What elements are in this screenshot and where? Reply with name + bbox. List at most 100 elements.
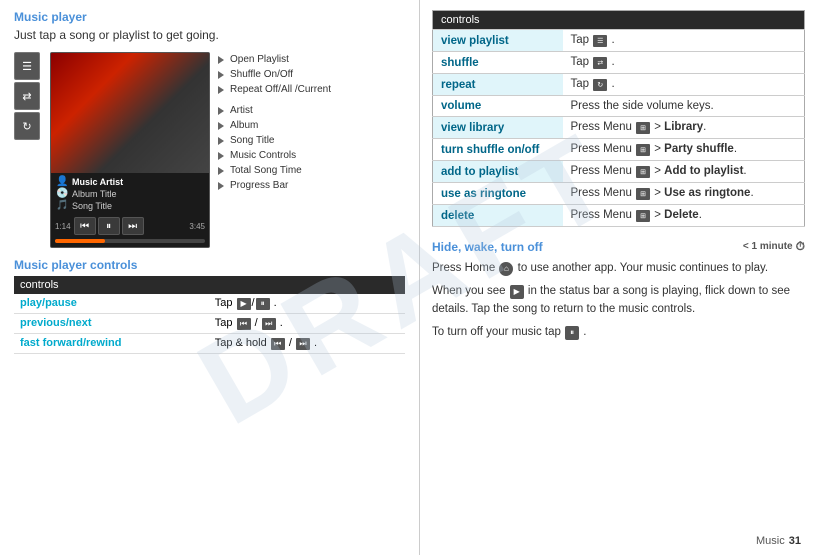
repeat-icon: ↻ <box>593 79 607 91</box>
controls-table-left: controls play/pause Tap ▶/⏸ . previous/n… <box>14 276 405 354</box>
action-cell: view playlist <box>433 30 563 52</box>
artist-row: 👤 Music Artist <box>56 176 204 187</box>
left-section-title: Music player <box>14 10 405 24</box>
arrow-icon <box>218 107 224 115</box>
rewind-icon: ⏮ <box>271 338 285 350</box>
instruction-cell: Tap & hold ⏮ / ⏭ . <box>209 334 405 354</box>
home-icon: ⌂ <box>499 262 513 276</box>
instruction-cell: Tap ▶/⏸ . <box>209 294 405 314</box>
action-cell: delete <box>433 205 563 227</box>
player-labels: Open Playlist Shuffle On/Off Repeat Off/… <box>218 52 331 248</box>
hide-wake-para3: To turn off your music tap ⏸ . <box>432 324 805 341</box>
action-cell: shuffle <box>433 52 563 74</box>
artist-text: Music Artist <box>72 177 123 187</box>
left-column: Music player Just tap a song or playlist… <box>0 0 420 555</box>
arrow-icon <box>218 86 224 94</box>
album-label: Album <box>218 120 331 131</box>
next-btn[interactable]: ⏭ <box>122 217 144 235</box>
instruction-cell: Press Menu ⊞ > Delete. <box>563 205 805 227</box>
table-row: shuffle Tap ⇄ . <box>433 52 805 74</box>
pause-icon: ⏸ <box>256 298 270 310</box>
ff-icon: ⏭ <box>296 338 310 350</box>
playlist-buttons: ☰ ⇄ ↻ <box>14 52 42 248</box>
repeat-btn[interactable]: ↻ <box>14 112 40 140</box>
arrow-icon <box>218 56 224 64</box>
instruction-cell: Press the side volume keys. <box>563 96 805 117</box>
arrow-icon <box>218 167 224 175</box>
table-row: previous/next Tap ⏮ / ⏭ . <box>14 314 405 334</box>
table-row: volume Press the side volume keys. <box>433 96 805 117</box>
right-column: controls view playlist Tap ☰ . shuffle T… <box>420 0 817 555</box>
table-row: repeat Tap ↻ . <box>433 74 805 96</box>
menu-icon: ⊞ <box>636 144 650 156</box>
artist-label: Artist <box>218 105 331 116</box>
player-container: ☰ ⇄ ↻ 👤 Music Artist 💿 Album Title <box>14 52 405 248</box>
hide-wake-title-text: Hide, wake, turn off <box>432 240 543 254</box>
open-playlist-label: Open Playlist <box>218 54 331 65</box>
arrow-icon <box>218 137 224 145</box>
instruction-cell: Tap ↻ . <box>563 74 805 96</box>
instruction-cell: Press Menu ⊞ > Use as ringtone. <box>563 183 805 205</box>
song-title-label: Song Title <box>218 135 331 146</box>
menu-icon: ⊞ <box>636 122 650 134</box>
progress-bar-label: Progress Bar <box>218 180 331 191</box>
table-row: fast forward/rewind Tap & hold ⏮ / ⏭ . <box>14 334 405 354</box>
instruction-cell: Tap ☰ . <box>563 30 805 52</box>
hide-wake-section: Hide, wake, turn off < 1 minute ⏱ Press … <box>432 239 805 347</box>
pause-btn[interactable]: ⏸ <box>98 217 120 235</box>
menu-icon: ⊞ <box>636 166 650 178</box>
music-controls-label: Music Controls <box>218 150 331 161</box>
player-info: 👤 Music Artist 💿 Album Title 🎵 Song Titl… <box>51 173 209 215</box>
action-cell: turn shuffle on/off <box>433 139 563 161</box>
song-text: Song Title <box>72 201 112 211</box>
player-box: 👤 Music Artist 💿 Album Title 🎵 Song Titl… <box>50 52 210 248</box>
action-cell: repeat <box>433 74 563 96</box>
controls-table-right: controls view playlist Tap ☰ . shuffle T… <box>432 10 805 227</box>
current-time: 1:14 <box>55 222 71 231</box>
arrow-icon <box>218 152 224 160</box>
instruction-cell: Press Menu ⊞ > Add to playlist. <box>563 161 805 183</box>
shuffle-btn[interactable]: ⇄ <box>14 82 40 110</box>
page-number-area: Music 31 <box>756 535 801 547</box>
hide-wake-para2: When you see ▶ in the status bar a song … <box>432 283 805 318</box>
time-label: < 1 minute ⏱ <box>743 239 805 254</box>
total-time: 3:45 <box>189 222 205 231</box>
instruction-cell: Press Menu ⊞ > Party shuffle. <box>563 139 805 161</box>
pause-off-icon: ⏸ <box>565 326 579 340</box>
action-cell: view library <box>433 117 563 139</box>
list-icon: ☰ <box>593 35 607 47</box>
total-song-time-label: Total Song Time <box>218 165 331 176</box>
album-text: Album Title <box>72 189 117 199</box>
music-icon: 🎵 <box>56 200 68 211</box>
action-cell: play/pause <box>14 294 209 314</box>
progress-bar[interactable] <box>55 239 205 243</box>
prev-icon: ⏮ <box>237 318 251 330</box>
table-row: view playlist Tap ☰ . <box>433 30 805 52</box>
menu-icon: ⊞ <box>636 188 650 200</box>
album-art <box>51 53 210 173</box>
intro-text: Just tap a song or playlist to get going… <box>14 28 405 42</box>
clock-icon: ⏱ <box>796 239 805 254</box>
controls-header-right: controls <box>433 11 805 30</box>
progress-fill <box>55 239 105 243</box>
table-row: delete Press Menu ⊞ > Delete. <box>433 205 805 227</box>
shuffle-icon: ⇄ <box>593 57 607 69</box>
play-icon: ▶ <box>237 298 251 310</box>
table-header-row: controls <box>433 11 805 30</box>
person-icon: 👤 <box>56 176 68 187</box>
open-playlist-btn[interactable]: ☰ <box>14 52 40 80</box>
section-label: Music <box>756 535 785 547</box>
instruction-cell: Tap ⇄ . <box>563 52 805 74</box>
album-row: 💿 Album Title <box>56 188 204 199</box>
prev-btn[interactable]: ⏮ <box>74 217 96 235</box>
repeat-label: Repeat Off/All /Current <box>218 84 331 95</box>
progress-row: 1:14 ⏮ ⏸ ⏭ 3:45 <box>51 215 209 237</box>
arrow-icon <box>218 71 224 79</box>
hide-wake-title: Hide, wake, turn off < 1 minute ⏱ <box>432 239 805 254</box>
page-number: 31 <box>789 535 801 547</box>
shuffle-label: Shuffle On/Off <box>218 69 331 80</box>
hide-wake-para1: Press Home ⌂ to use another app. Your mu… <box>432 260 805 277</box>
arrow-icon <box>218 182 224 190</box>
disc-icon: 💿 <box>56 188 68 199</box>
song-row: 🎵 Song Title <box>56 200 204 211</box>
